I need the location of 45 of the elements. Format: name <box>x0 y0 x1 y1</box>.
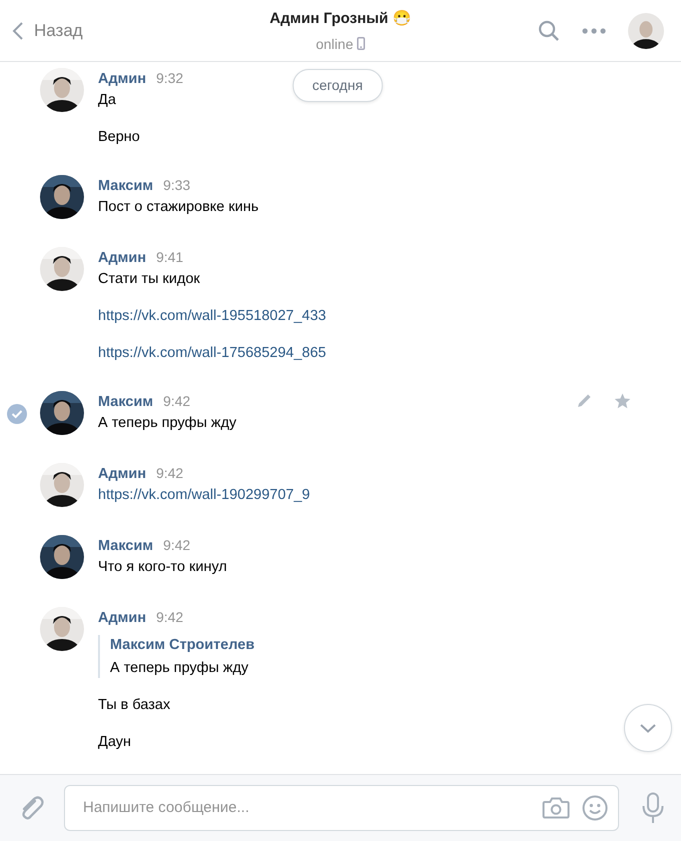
author-name[interactable]: Админ <box>98 70 146 88</box>
smiley-icon[interactable] <box>582 795 608 821</box>
message-text: Да <box>98 92 116 108</box>
message-text: Даун <box>98 734 131 750</box>
date-label: сегодня <box>292 69 383 102</box>
check-icon[interactable] <box>7 404 27 424</box>
message-text: Пост о стажировке кинь <box>98 199 259 215</box>
author-name[interactable]: Максим <box>98 177 154 195</box>
message-time: 9:41 <box>156 248 184 266</box>
pencil-icon[interactable] <box>576 393 592 409</box>
message-text: Что я кого-то кинул <box>98 559 227 575</box>
more-icon[interactable] <box>582 28 606 34</box>
camera-icon[interactable] <box>542 796 570 820</box>
message-link[interactable]: https://vk.com/wall-195518027_433 <box>98 308 326 324</box>
message-text: Верно <box>98 129 140 145</box>
author-name[interactable]: Админ <box>98 465 146 483</box>
message-link[interactable]: https://vk.com/wall-175685294_865 <box>98 345 326 361</box>
search-icon[interactable] <box>538 20 560 42</box>
message-time: 9:42 <box>163 536 190 554</box>
message-text: А теперь пруфы жду <box>98 415 236 431</box>
online-status: online <box>316 36 354 52</box>
back-button[interactable]: Назад <box>0 16 89 44</box>
emoji: 😷 <box>392 10 412 27</box>
message-time: 9:42 <box>163 392 190 410</box>
message-input[interactable]: Напишите сообщение... <box>81 796 542 820</box>
scroll-down-button[interactable] <box>624 704 672 752</box>
star-icon[interactable] <box>614 393 631 409</box>
message-text: Ты в базах <box>98 697 170 713</box>
message-time: 9:32 <box>156 69 184 87</box>
message-time: 9:33 <box>163 176 190 194</box>
author-name[interactable]: Максим <box>98 537 154 555</box>
microphone-icon[interactable] <box>641 792 665 824</box>
chevron-down-icon <box>640 724 656 732</box>
message-field[interactable]: Напишите сообщение... <box>64 785 619 831</box>
quote-text: А теперь пруфы жду <box>110 660 248 676</box>
message-text: Стати ты кидок <box>98 271 200 287</box>
message-link[interactable]: https://vk.com/wall-190299707_9 <box>98 487 310 503</box>
chat-title: Админ Грозный <box>270 10 388 27</box>
quote-author[interactable]: Максим Строителев <box>110 637 254 653</box>
author-name[interactable]: Админ <box>98 249 146 267</box>
phone-icon <box>357 36 366 50</box>
message-time: 9:42 <box>156 464 184 482</box>
author-name[interactable]: Админ <box>98 609 146 627</box>
message-time: 9:42 <box>156 608 184 626</box>
author-name[interactable]: Максим <box>98 393 154 411</box>
